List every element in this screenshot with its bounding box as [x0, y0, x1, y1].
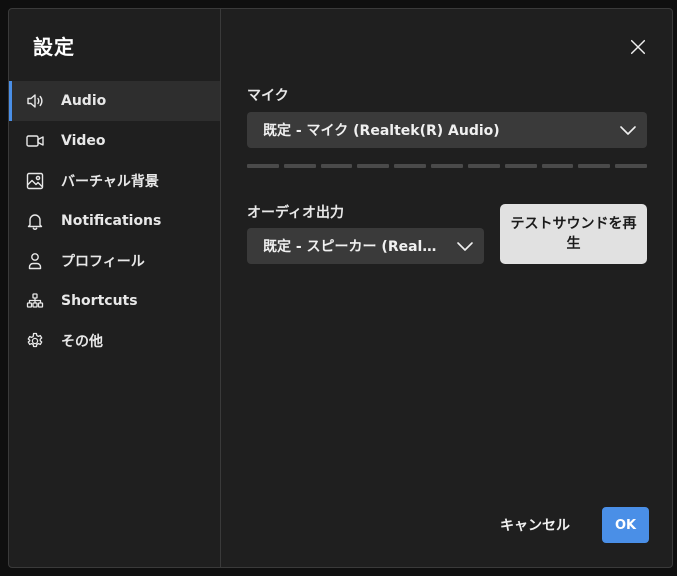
speaker-icon	[25, 91, 45, 111]
level-segment	[431, 164, 463, 168]
sidebar-item-label: Video	[61, 133, 106, 149]
sidebar-item-label: Audio	[61, 93, 107, 109]
level-segment	[320, 164, 353, 168]
test-sound-button[interactable]: テストサウンドを再生	[500, 204, 647, 264]
settings-dialog: 設定 Audio Video バーチャル背景 Notifications プロフ…	[8, 8, 673, 568]
sidebar-item-label: Notifications	[61, 213, 162, 229]
level-segment	[541, 164, 574, 168]
sidebar-item-profile[interactable]: プロフィール	[9, 241, 220, 281]
level-segment	[357, 164, 390, 168]
person-icon	[25, 251, 45, 271]
mic-select-value: 既定 - マイク (Realtek(R) Audio)	[263, 123, 500, 139]
level-segment	[394, 164, 427, 168]
level-segment	[467, 164, 500, 168]
gear-icon	[25, 331, 45, 351]
image-icon	[25, 171, 45, 191]
sidebar-nav: Audio Video バーチャル背景 Notifications プロフィール…	[9, 81, 220, 361]
cancel-button[interactable]: キャンセル	[491, 507, 579, 543]
sidebar: 設定 Audio Video バーチャル背景 Notifications プロフ…	[9, 9, 221, 567]
chevron-down-icon	[457, 242, 473, 251]
sidebar-item-shortcuts[interactable]: Shortcuts	[9, 281, 220, 321]
level-segment	[283, 164, 316, 168]
sidebar-item-label: その他	[61, 334, 103, 350]
sidebar-item-label: バーチャル背景	[61, 174, 159, 190]
chevron-down-icon	[620, 126, 636, 135]
sidebar-item-video[interactable]: Video	[9, 121, 220, 161]
dialog-title: 設定	[33, 35, 75, 59]
bell-icon	[25, 211, 45, 231]
mic-select[interactable]: 既定 - マイク (Realtek(R) Audio)	[247, 112, 647, 148]
output-select-value: 既定 - スピーカー (Realtek(R) Audio)	[263, 239, 440, 255]
level-segment	[615, 164, 647, 168]
video-camera-icon	[25, 131, 45, 151]
sidebar-item-label: プロフィール	[61, 254, 145, 270]
level-segment	[247, 164, 279, 168]
sidebar-item-notifications[interactable]: Notifications	[9, 201, 220, 241]
close-icon	[630, 39, 646, 55]
ok-button[interactable]: OK	[602, 507, 649, 543]
mic-level-meter	[247, 164, 647, 168]
output-label: オーディオ出力	[247, 205, 345, 221]
sidebar-item-other[interactable]: その他	[9, 321, 220, 361]
mic-label: マイク	[247, 88, 289, 104]
sidebar-item-audio[interactable]: Audio	[9, 81, 220, 121]
level-segment	[504, 164, 537, 168]
shortcuts-icon	[25, 291, 45, 311]
sidebar-item-label: Shortcuts	[61, 293, 138, 309]
level-segment	[578, 164, 611, 168]
close-button[interactable]	[626, 35, 650, 59]
sidebar-item-virtual-background[interactable]: バーチャル背景	[9, 161, 220, 201]
output-select[interactable]: 既定 - スピーカー (Realtek(R) Audio)	[247, 228, 484, 264]
